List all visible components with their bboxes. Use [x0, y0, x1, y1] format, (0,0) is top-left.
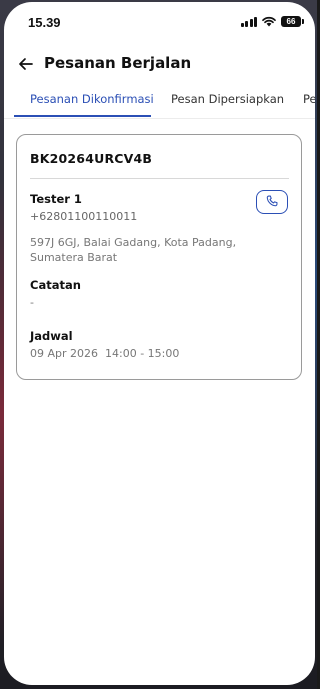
- tab-third-partial[interactable]: Pe: [303, 92, 315, 106]
- active-tab-indicator: [14, 115, 151, 117]
- call-button[interactable]: [256, 190, 288, 214]
- tab-pesanan-dikonfirmasi[interactable]: Pesanan Dikonfirmasi: [30, 92, 154, 106]
- battery-icon: 66: [281, 16, 304, 27]
- note-value: -: [30, 296, 34, 309]
- phone-icon: [265, 193, 279, 212]
- status-time: 15.39: [28, 15, 61, 30]
- status-icons: 66: [240, 16, 304, 27]
- page-title: Pesanan Berjalan: [44, 54, 192, 72]
- app-screen: 15.39 66 Pesanan Berjalan Pesanan Dikonf…: [4, 2, 315, 685]
- schedule-value: 09 Apr 2026 14:00 - 15:00: [30, 347, 180, 360]
- order-card[interactable]: BK20264URCV4B Tester 1 +62801100110011 5…: [16, 134, 302, 380]
- signal-icon: [240, 16, 257, 27]
- customer-phone: +62801100110011: [30, 210, 138, 223]
- schedule-label: Jadwal: [30, 329, 73, 343]
- status-bar: 15.39 66: [4, 2, 315, 42]
- order-code: BK20264URCV4B: [30, 151, 153, 166]
- app-header: Pesanan Berjalan: [4, 46, 315, 82]
- note-label: Catatan: [30, 278, 81, 292]
- arrow-left-icon[interactable]: [16, 54, 36, 74]
- tab-bar: Pesanan Dikonfirmasi Pesan Dipersiapkan …: [4, 92, 315, 119]
- card-divider: [30, 178, 289, 179]
- customer-name: Tester 1: [30, 192, 82, 206]
- customer-address: 597J 6GJ, Balai Gadang, Kota Padang, Sum…: [30, 236, 237, 264]
- wifi-icon: [262, 16, 276, 27]
- tab-pesan-dipersiapkan[interactable]: Pesan Dipersiapkan: [171, 92, 284, 106]
